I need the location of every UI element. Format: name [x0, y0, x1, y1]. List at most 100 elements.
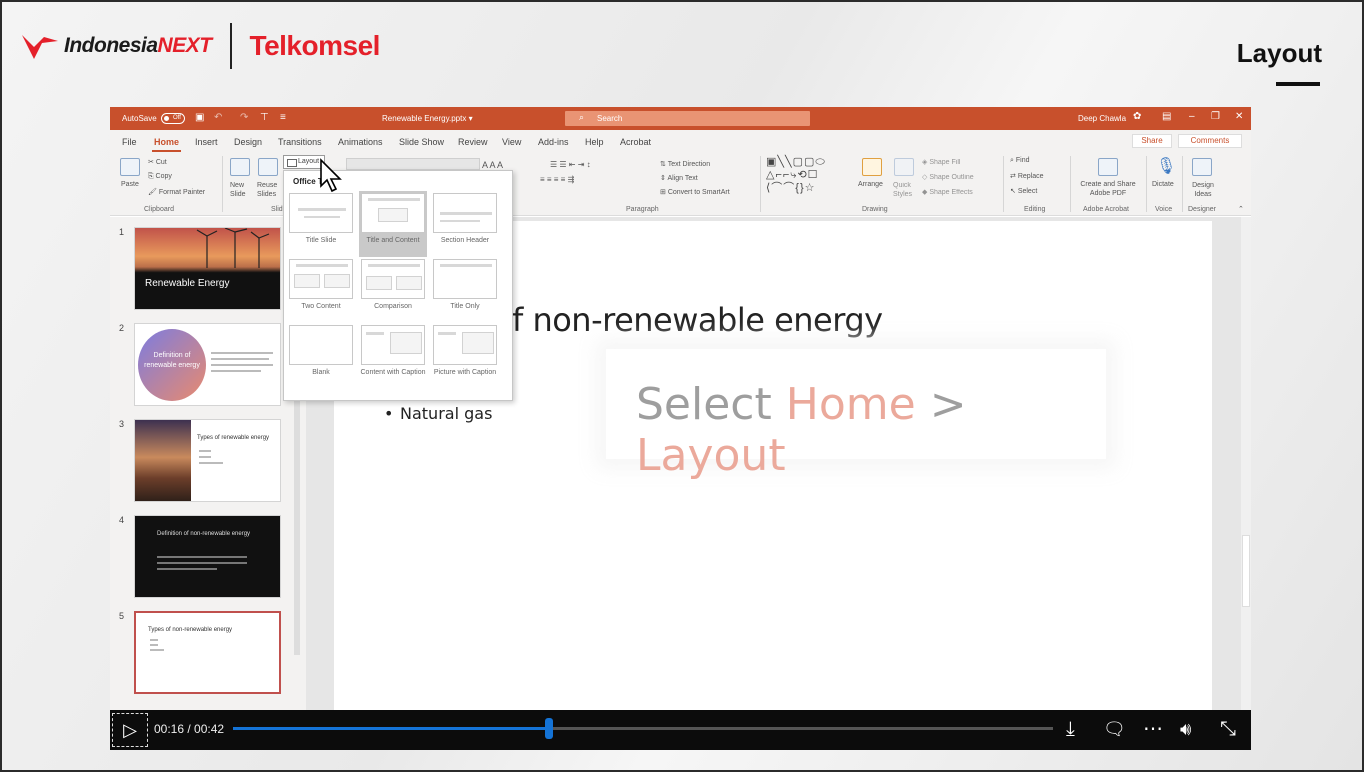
select-button[interactable]: ↖ Select — [1010, 187, 1037, 195]
seek-handle[interactable] — [544, 718, 553, 739]
layout-comparison[interactable]: Comparison — [359, 257, 427, 323]
align-icons[interactable]: ≡ ≡ ≡ ≡ ⇶ — [540, 175, 574, 184]
layout-section-header[interactable]: Section Header — [431, 191, 499, 257]
tab-add-ins[interactable]: Add-ins — [538, 137, 569, 147]
slide-thumbnail-5[interactable]: Types of non-renewable energy — [134, 611, 281, 694]
layout-content-with-caption[interactable]: Content with Caption — [359, 323, 427, 389]
video-player[interactable]: AutoSave Off ▣ ↶ ↷ ⊤ ≡ Renewable Energy.… — [110, 107, 1251, 750]
editor-scrollbar[interactable] — [1241, 217, 1251, 712]
slide-thumbnail-2[interactable]: Definition of renewable energy — [134, 323, 281, 406]
thumbnail-title: Definition of renewable energy — [144, 352, 200, 369]
present-icon[interactable]: ⊤ — [260, 112, 269, 123]
slide-number: 1 — [119, 227, 125, 237]
download-icon[interactable]: ⤓ — [1066, 718, 1075, 740]
collab-icon[interactable]: ✿ — [1133, 111, 1141, 122]
find-button[interactable]: ⌕ Find — [1010, 157, 1030, 165]
tab-acrobat[interactable]: Acrobat — [620, 137, 651, 147]
tab-file[interactable]: File — [122, 137, 137, 147]
more-options-icon[interactable]: ⋯ — [1143, 718, 1163, 740]
paste-button[interactable]: Paste — [121, 181, 139, 188]
align-text-button[interactable]: ⇕ Align Text — [660, 174, 698, 182]
document-name[interactable]: Renewable Energy.pptx ▾ — [382, 114, 473, 123]
layout-title-and-content[interactable]: Title and Content — [359, 191, 427, 257]
thumbnail-title: Renewable Energy — [145, 278, 230, 289]
tab-animations[interactable]: Animations — [338, 137, 383, 147]
reuse-slides-icon[interactable] — [258, 158, 278, 176]
slide-title[interactable]: f non-renewable energy — [512, 301, 883, 339]
instruction-overlay: Select Home > Layout — [606, 349, 1106, 481]
ribbon-display-icon[interactable]: ▤ — [1162, 111, 1171, 122]
arrange-icon[interactable] — [862, 158, 882, 176]
text-direction-button[interactable]: ⇅ Text Direction — [660, 160, 710, 168]
reuse-slides-button[interactable]: Reuse Slides — [257, 181, 281, 199]
collapse-ribbon-icon[interactable]: ⌃ — [1238, 205, 1244, 213]
customize-toolbar-icon[interactable]: ≡ — [280, 112, 286, 123]
quick-styles-button[interactable]: Quick Styles — [893, 181, 915, 199]
captions-icon[interactable]: 🗨 — [1103, 718, 1126, 740]
new-slide-button[interactable]: New Slide — [230, 181, 252, 199]
restore-icon[interactable]: ❐ — [1211, 111, 1220, 122]
exit-fullscreen-icon[interactable]: ⤡ — [1220, 718, 1236, 740]
copy-button[interactable]: ⎘ Copy — [148, 173, 172, 181]
layout-blank[interactable]: Blank — [287, 323, 355, 389]
create-share-pdf-button[interactable]: Create and Share Adobe PDF — [1076, 180, 1140, 198]
shape-outline-button[interactable]: ◇ Shape Outline — [922, 173, 974, 181]
dictate-button[interactable]: Dictate — [1152, 181, 1174, 188]
font-name-box[interactable] — [346, 158, 480, 170]
slide-thumbnail-1[interactable]: Renewable Energy — [134, 227, 281, 310]
tab-transitions[interactable]: Transitions — [278, 137, 322, 147]
layout-picture-with-caption[interactable]: Picture with Caption — [431, 323, 499, 389]
paste-icon[interactable] — [120, 158, 140, 176]
new-slide-icon[interactable] — [230, 158, 250, 176]
cut-button[interactable]: ✂ Cut — [148, 158, 167, 166]
quick-styles-icon[interactable] — [894, 158, 914, 176]
user-name[interactable]: Deep Chawla — [1078, 114, 1126, 123]
convert-smartart-button[interactable]: ⊞ Convert to SmartArt — [660, 188, 730, 196]
adobe-acrobat-group-label: Adobe Acrobat — [1083, 206, 1129, 213]
microphone-icon[interactable]: 🎙 — [1156, 156, 1176, 176]
slide-number: 4 — [119, 515, 125, 525]
shape-fill-button[interactable]: ◈ Shape Fill — [922, 158, 960, 166]
ribbon-divider — [1070, 156, 1071, 212]
share-button[interactable]: Share — [1132, 134, 1172, 148]
scroll-thumb[interactable] — [1242, 535, 1250, 607]
indonesianext-logo-icon — [22, 35, 58, 59]
shapes-gallery[interactable]: ▣╲╲▢▢⬭ △⌐⌐⤷⟲☐ ⟨⌒⌒{}☆ — [766, 156, 854, 196]
tab-slide-show[interactable]: Slide Show — [399, 137, 444, 147]
undo-icon[interactable]: ↶ — [214, 112, 222, 123]
save-icon[interactable]: ▣ — [195, 112, 204, 123]
tab-view[interactable]: View — [502, 137, 521, 147]
slide-bullet[interactable]: Natural gas — [384, 404, 492, 423]
autosave-toggle[interactable]: Off — [161, 113, 185, 124]
seek-bar[interactable] — [233, 718, 1053, 739]
format-painter-button[interactable]: 🖌 Format Painter — [148, 188, 205, 196]
comments-button[interactable]: Comments — [1178, 134, 1242, 148]
minimize-icon[interactable]: – — [1189, 111, 1195, 122]
tab-design[interactable]: Design — [234, 137, 262, 147]
layout-two-content[interactable]: Two Content — [287, 257, 355, 323]
ribbon-divider — [1182, 156, 1183, 212]
adobe-pdf-icon[interactable] — [1098, 158, 1118, 176]
redo-icon[interactable]: ↷ — [240, 112, 248, 123]
slide-thumbnail-3[interactable]: Types of renewable energy — [134, 419, 281, 502]
arrange-button[interactable]: Arrange — [858, 181, 883, 188]
play-icon: ▷ — [123, 720, 137, 740]
tab-review[interactable]: Review — [458, 137, 488, 147]
slide-thumbnail-4[interactable]: Definition of non-renewable energy — [134, 515, 281, 598]
layout-title-only[interactable]: Title Only — [431, 257, 499, 323]
shape-effects-button[interactable]: ◆ Shape Effects — [922, 188, 973, 196]
play-button[interactable]: ▷ — [112, 713, 148, 747]
close-icon[interactable]: ✕ — [1235, 111, 1243, 122]
design-ideas-button[interactable]: Design Ideas — [1190, 181, 1216, 199]
tab-help[interactable]: Help — [585, 137, 604, 147]
font-size-icon[interactable]: A A A — [482, 160, 503, 170]
tab-insert[interactable]: Insert — [195, 137, 218, 147]
ribbon-divider — [1146, 156, 1147, 212]
design-ideas-icon[interactable] — [1192, 158, 1212, 176]
tab-home[interactable]: Home — [151, 137, 182, 152]
search-box[interactable]: ⌕ Search — [565, 111, 810, 126]
list-icons[interactable]: ☰ ☰ ⇤ ⇥ ↕ — [550, 160, 591, 169]
layout-title-slide[interactable]: Title Slide — [287, 191, 355, 257]
volume-icon[interactable]: 🔊︎ — [1180, 718, 1191, 740]
replace-button[interactable]: ⇄ Replace — [1010, 172, 1044, 180]
